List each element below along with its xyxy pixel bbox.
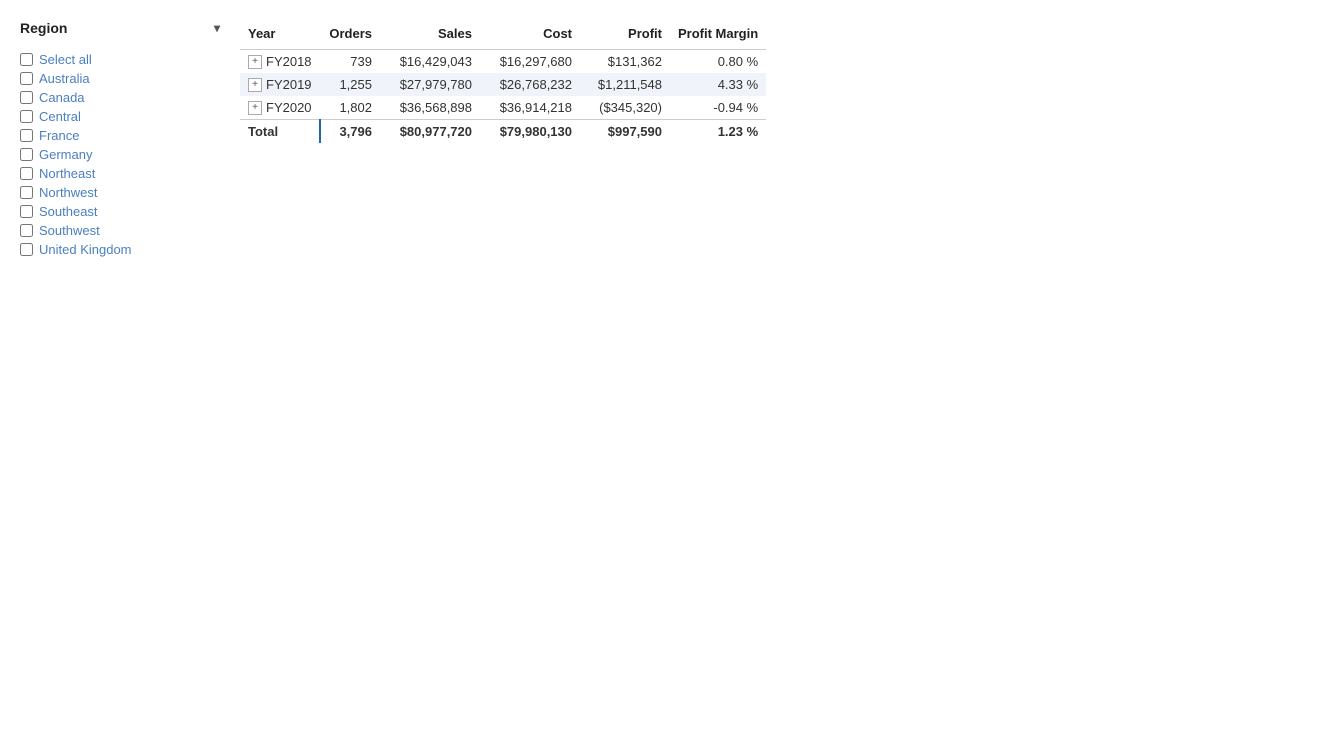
filter-item-southwest[interactable]: Southwest <box>20 221 220 240</box>
profit-fy2020: ($345,320) <box>580 96 670 120</box>
sales-fy2020: $36,568,898 <box>380 96 480 120</box>
col-header-cost: Cost <box>480 20 580 50</box>
orders-fy2018: 739 <box>320 50 380 74</box>
region-filter-header: Region ▾ <box>20 20 220 40</box>
total-cost: $79,980,130 <box>480 120 580 144</box>
cost-fy2018: $16,297,680 <box>480 50 580 74</box>
checkbox-united-kingdom[interactable] <box>20 243 33 256</box>
profit-fy2018: $131,362 <box>580 50 670 74</box>
col-header-orders: Orders <box>320 20 380 50</box>
filter-item-united-kingdom[interactable]: United Kingdom <box>20 240 220 259</box>
expand-btn-fy2019[interactable]: + <box>248 78 262 92</box>
filter-label-central: Central <box>39 109 81 124</box>
orders-fy2020: 1,802 <box>320 96 380 120</box>
filter-label-southeast: Southeast <box>39 204 98 219</box>
col-header-profit-margin: Profit Margin <box>670 20 766 50</box>
total-sales: $80,977,720 <box>380 120 480 144</box>
year-cell-fy2019: + FY2019 <box>240 73 320 96</box>
profit-fy2019: $1,211,548 <box>580 73 670 96</box>
checkbox-select-all[interactable] <box>20 53 33 66</box>
profit-margin-fy2020: -0.94 % <box>670 96 766 120</box>
filter-item-canada[interactable]: Canada <box>20 88 220 107</box>
fy-label-fy2018: FY2018 <box>266 54 312 69</box>
filter-item-germany[interactable]: Germany <box>20 145 220 164</box>
cost-fy2019: $26,768,232 <box>480 73 580 96</box>
filter-item-southeast[interactable]: Southeast <box>20 202 220 221</box>
region-label: Region <box>20 20 67 36</box>
col-header-year: Year <box>240 20 320 50</box>
filter-item-australia[interactable]: Australia <box>20 69 220 88</box>
filter-label-united-kingdom: United Kingdom <box>39 242 132 257</box>
filter-label-northeast: Northeast <box>39 166 95 181</box>
checkbox-australia[interactable] <box>20 72 33 85</box>
cost-fy2020: $36,914,218 <box>480 96 580 120</box>
sales-fy2019: $27,979,780 <box>380 73 480 96</box>
fy-label-fy2019: FY2019 <box>266 77 312 92</box>
orders-fy2019: 1,255 <box>320 73 380 96</box>
region-filter-panel: Region ▾ Select all Australia Canada Centra… <box>20 20 220 259</box>
profit-margin-fy2018: 0.80 % <box>670 50 766 74</box>
total-orders: 3,796 <box>320 120 380 144</box>
total-label: Total <box>240 120 320 144</box>
fy-label-fy2020: FY2020 <box>266 100 312 115</box>
checkbox-canada[interactable] <box>20 91 33 104</box>
filter-items-list: Select all Australia Canada Central France Ge… <box>20 50 220 259</box>
filter-label-canada: Canada <box>39 90 85 105</box>
col-header-sales: Sales <box>380 20 480 50</box>
table-row-total: Total3,796$80,977,720$79,980,130$997,590… <box>240 120 766 144</box>
table-header-row: Year Orders Sales Cost Profit <box>240 20 766 50</box>
filter-label-france: France <box>39 128 79 143</box>
table-row: + FY2019 1,255$27,979,780$26,768,232$1,211… <box>240 73 766 96</box>
filter-label-southwest: Southwest <box>39 223 100 238</box>
filter-item-select-all[interactable]: Select all <box>20 50 220 69</box>
year-cell-fy2018: + FY2018 <box>240 50 320 74</box>
checkbox-germany[interactable] <box>20 148 33 161</box>
filter-label-australia: Australia <box>39 71 90 86</box>
table-body: + FY2018 739$16,429,043$16,297,680$131,362… <box>240 50 766 144</box>
filter-label-germany: Germany <box>39 147 92 162</box>
filter-label-northwest: Northwest <box>39 185 98 200</box>
main-content-area: Year Orders Sales Cost Profit <box>240 20 1297 259</box>
filter-item-france[interactable]: France <box>20 126 220 145</box>
checkbox-central[interactable] <box>20 110 33 123</box>
filter-item-northwest[interactable]: Northwest <box>20 183 220 202</box>
profit-margin-fy2019: 4.33 % <box>670 73 766 96</box>
expand-btn-fy2020[interactable]: + <box>248 101 262 115</box>
checkbox-northeast[interactable] <box>20 167 33 180</box>
total-profit-margin: 1.23 % <box>670 120 766 144</box>
sales-fy2018: $16,429,043 <box>380 50 480 74</box>
filter-item-northeast[interactable]: Northeast <box>20 164 220 183</box>
table-row: + FY2020 1,802$36,568,898$36,914,218($345,… <box>240 96 766 120</box>
checkbox-northwest[interactable] <box>20 186 33 199</box>
expand-btn-fy2018[interactable]: + <box>248 55 262 69</box>
col-header-profit: Profit <box>580 20 670 50</box>
data-table: Year Orders Sales Cost Profit <box>240 20 766 143</box>
filter-label-select-all: Select all <box>39 52 92 67</box>
year-cell-fy2020: + FY2020 <box>240 96 320 120</box>
chevron-down-icon[interactable]: ▾ <box>214 21 220 35</box>
total-profit: $997,590 <box>580 120 670 144</box>
checkbox-southwest[interactable] <box>20 224 33 237</box>
checkbox-southeast[interactable] <box>20 205 33 218</box>
filter-item-central[interactable]: Central <box>20 107 220 126</box>
table-row: + FY2018 739$16,429,043$16,297,680$131,362… <box>240 50 766 74</box>
checkbox-france[interactable] <box>20 129 33 142</box>
